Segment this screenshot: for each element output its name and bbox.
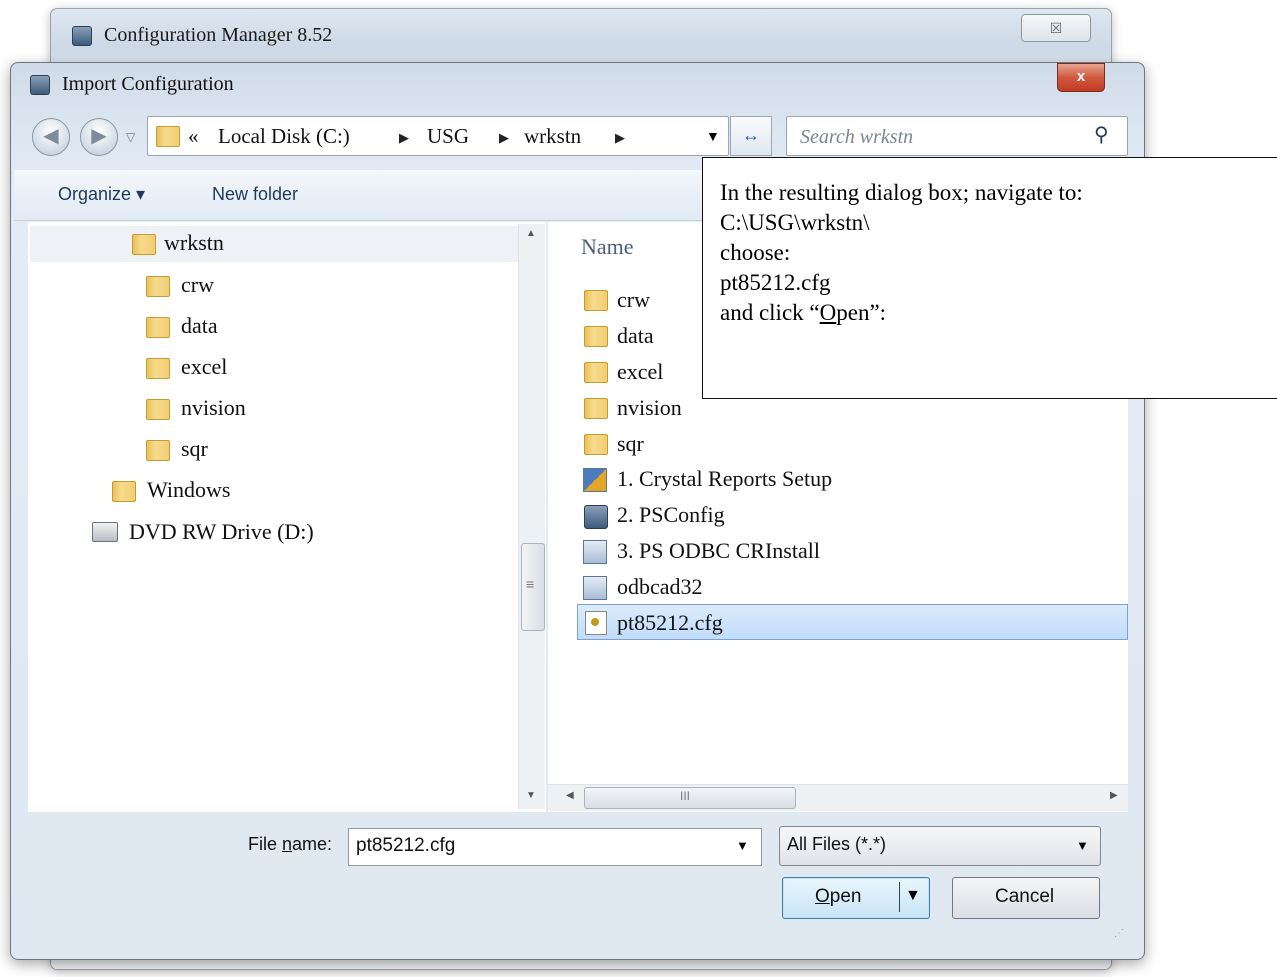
callout-line-3: choose:: [720, 240, 791, 265]
column-header-name[interactable]: Name: [581, 234, 634, 260]
cancel-button-label: Cancel: [995, 886, 1055, 907]
search-icon[interactable]: ⚲: [1094, 122, 1109, 147]
background-window-title: Configuration Manager 8.52: [104, 24, 333, 46]
filename-dropdown-icon[interactable]: ▼: [736, 838, 749, 853]
callout-line-5: and click “Open”:: [720, 300, 887, 325]
open-button-label: Open: [815, 886, 862, 907]
tree-item-data[interactable]: data: [181, 313, 218, 339]
open-dropdown-icon[interactable]: ▼: [905, 887, 921, 905]
new-folder-button[interactable]: New folder: [212, 184, 298, 205]
folder-icon: [112, 481, 136, 502]
folder-icon: [132, 234, 156, 255]
dialog-close-button[interactable]: x: [1057, 63, 1105, 92]
crumb-local-disk[interactable]: Local Disk (C:): [218, 124, 350, 149]
navigation-pane[interactable]: [28, 222, 546, 812]
arrow-left-icon: ◀: [43, 125, 59, 147]
refresh-icon: ↔: [742, 125, 760, 145]
resize-grip-icon[interactable]: ⋰: [1114, 928, 1124, 939]
arrow-right-icon: ▶: [91, 125, 107, 147]
refresh-button[interactable]: ↔: [730, 116, 772, 156]
split-divider: [899, 882, 900, 912]
shortcut-icon: [583, 540, 607, 564]
back-button[interactable]: ◀: [32, 118, 70, 156]
organize-button[interactable]: Organize ▾: [58, 184, 145, 205]
folder-icon: [584, 326, 608, 347]
filename-label: File name:: [248, 834, 333, 854]
file-item-sqr[interactable]: sqr: [617, 431, 644, 457]
search-placeholder: Search wrkstn: [800, 126, 914, 148]
dvd-drive-icon: [92, 522, 118, 542]
odbc-icon: [583, 576, 607, 600]
scroll-grip-icon: ≡: [526, 576, 535, 592]
folder-icon: [146, 276, 170, 297]
filename-value: pt85212.cfg: [356, 835, 456, 856]
folder-icon: [146, 358, 170, 379]
dialog-title: Import Configuration: [62, 73, 234, 95]
folder-icon: [584, 434, 608, 455]
tree-item-dvd-drive[interactable]: DVD RW Drive (D:): [129, 519, 314, 545]
file-item-nvision[interactable]: nvision: [617, 395, 682, 421]
file-item-odbcad32[interactable]: odbcad32: [617, 574, 703, 600]
folder-icon: [584, 290, 608, 311]
callout-line-4: pt85212.cfg: [720, 270, 831, 295]
crystal-setup-icon: [583, 468, 607, 492]
tree-item-sqr[interactable]: sqr: [181, 436, 208, 462]
file-item-crystal-reports-setup[interactable]: 1. Crystal Reports Setup: [617, 466, 832, 492]
app-icon: [72, 26, 92, 46]
cfg-file-icon: [585, 611, 607, 635]
history-dropdown-icon[interactable]: ▽: [126, 130, 135, 144]
scroll-down-icon[interactable]: ▼: [526, 790, 536, 801]
crumb-usg[interactable]: USG: [427, 124, 469, 149]
scroll-up-icon[interactable]: ▲: [526, 228, 536, 239]
file-item-excel[interactable]: excel: [617, 359, 663, 385]
chevron-right-icon[interactable]: ▶: [399, 130, 409, 146]
tree-item-nvision[interactable]: nvision: [181, 395, 246, 421]
background-close-button[interactable]: ☒: [1021, 14, 1091, 42]
scroll-left-icon[interactable]: ◀: [566, 790, 574, 801]
crumb-wrkstn[interactable]: wrkstn: [524, 124, 581, 149]
callout-line-1: In the resulting dialog box; navigate to…: [720, 180, 1083, 205]
forward-button[interactable]: ▶: [80, 118, 118, 156]
callout-line-2: C:\USG\wrkstn\: [720, 210, 870, 235]
folder-icon: [146, 440, 170, 461]
file-item-pt85212-cfg[interactable]: pt85212.cfg: [617, 610, 723, 636]
tree-item-excel[interactable]: excel: [181, 354, 227, 380]
file-item-psconfig[interactable]: 2. PSConfig: [617, 502, 725, 528]
vertical-scrollbar[interactable]: [518, 224, 545, 809]
folder-icon: [156, 126, 180, 147]
scroll-grip-icon: III: [680, 789, 691, 803]
file-item-ps-odbc-crinstall[interactable]: 3. PS ODBC CRInstall: [617, 538, 820, 564]
chevron-right-icon[interactable]: ▶: [499, 130, 509, 146]
tree-item-crw[interactable]: crw: [181, 272, 214, 298]
folder-icon: [584, 398, 608, 419]
tree-item-wrkstn[interactable]: wrkstn: [164, 230, 224, 256]
gear-dot-icon: [591, 618, 599, 626]
psconfig-icon: [584, 505, 608, 529]
file-type-dropdown-icon[interactable]: ▼: [1076, 838, 1089, 853]
tree-item-windows[interactable]: Windows: [147, 477, 230, 503]
folder-icon: [146, 399, 170, 420]
scroll-right-icon[interactable]: ▶: [1110, 790, 1118, 801]
file-item-crw[interactable]: crw: [617, 287, 650, 313]
folder-icon: [146, 317, 170, 338]
file-type-value: All Files (*.*): [787, 834, 887, 854]
address-dropdown-icon[interactable]: ▼: [706, 128, 720, 144]
tree-row-selected: [30, 226, 518, 262]
folder-icon: [584, 362, 608, 383]
file-item-data[interactable]: data: [617, 323, 654, 349]
breadcrumb-prefix[interactable]: «: [188, 124, 199, 149]
dialog-app-icon: [30, 75, 50, 95]
chevron-right-icon[interactable]: ▶: [615, 130, 625, 146]
